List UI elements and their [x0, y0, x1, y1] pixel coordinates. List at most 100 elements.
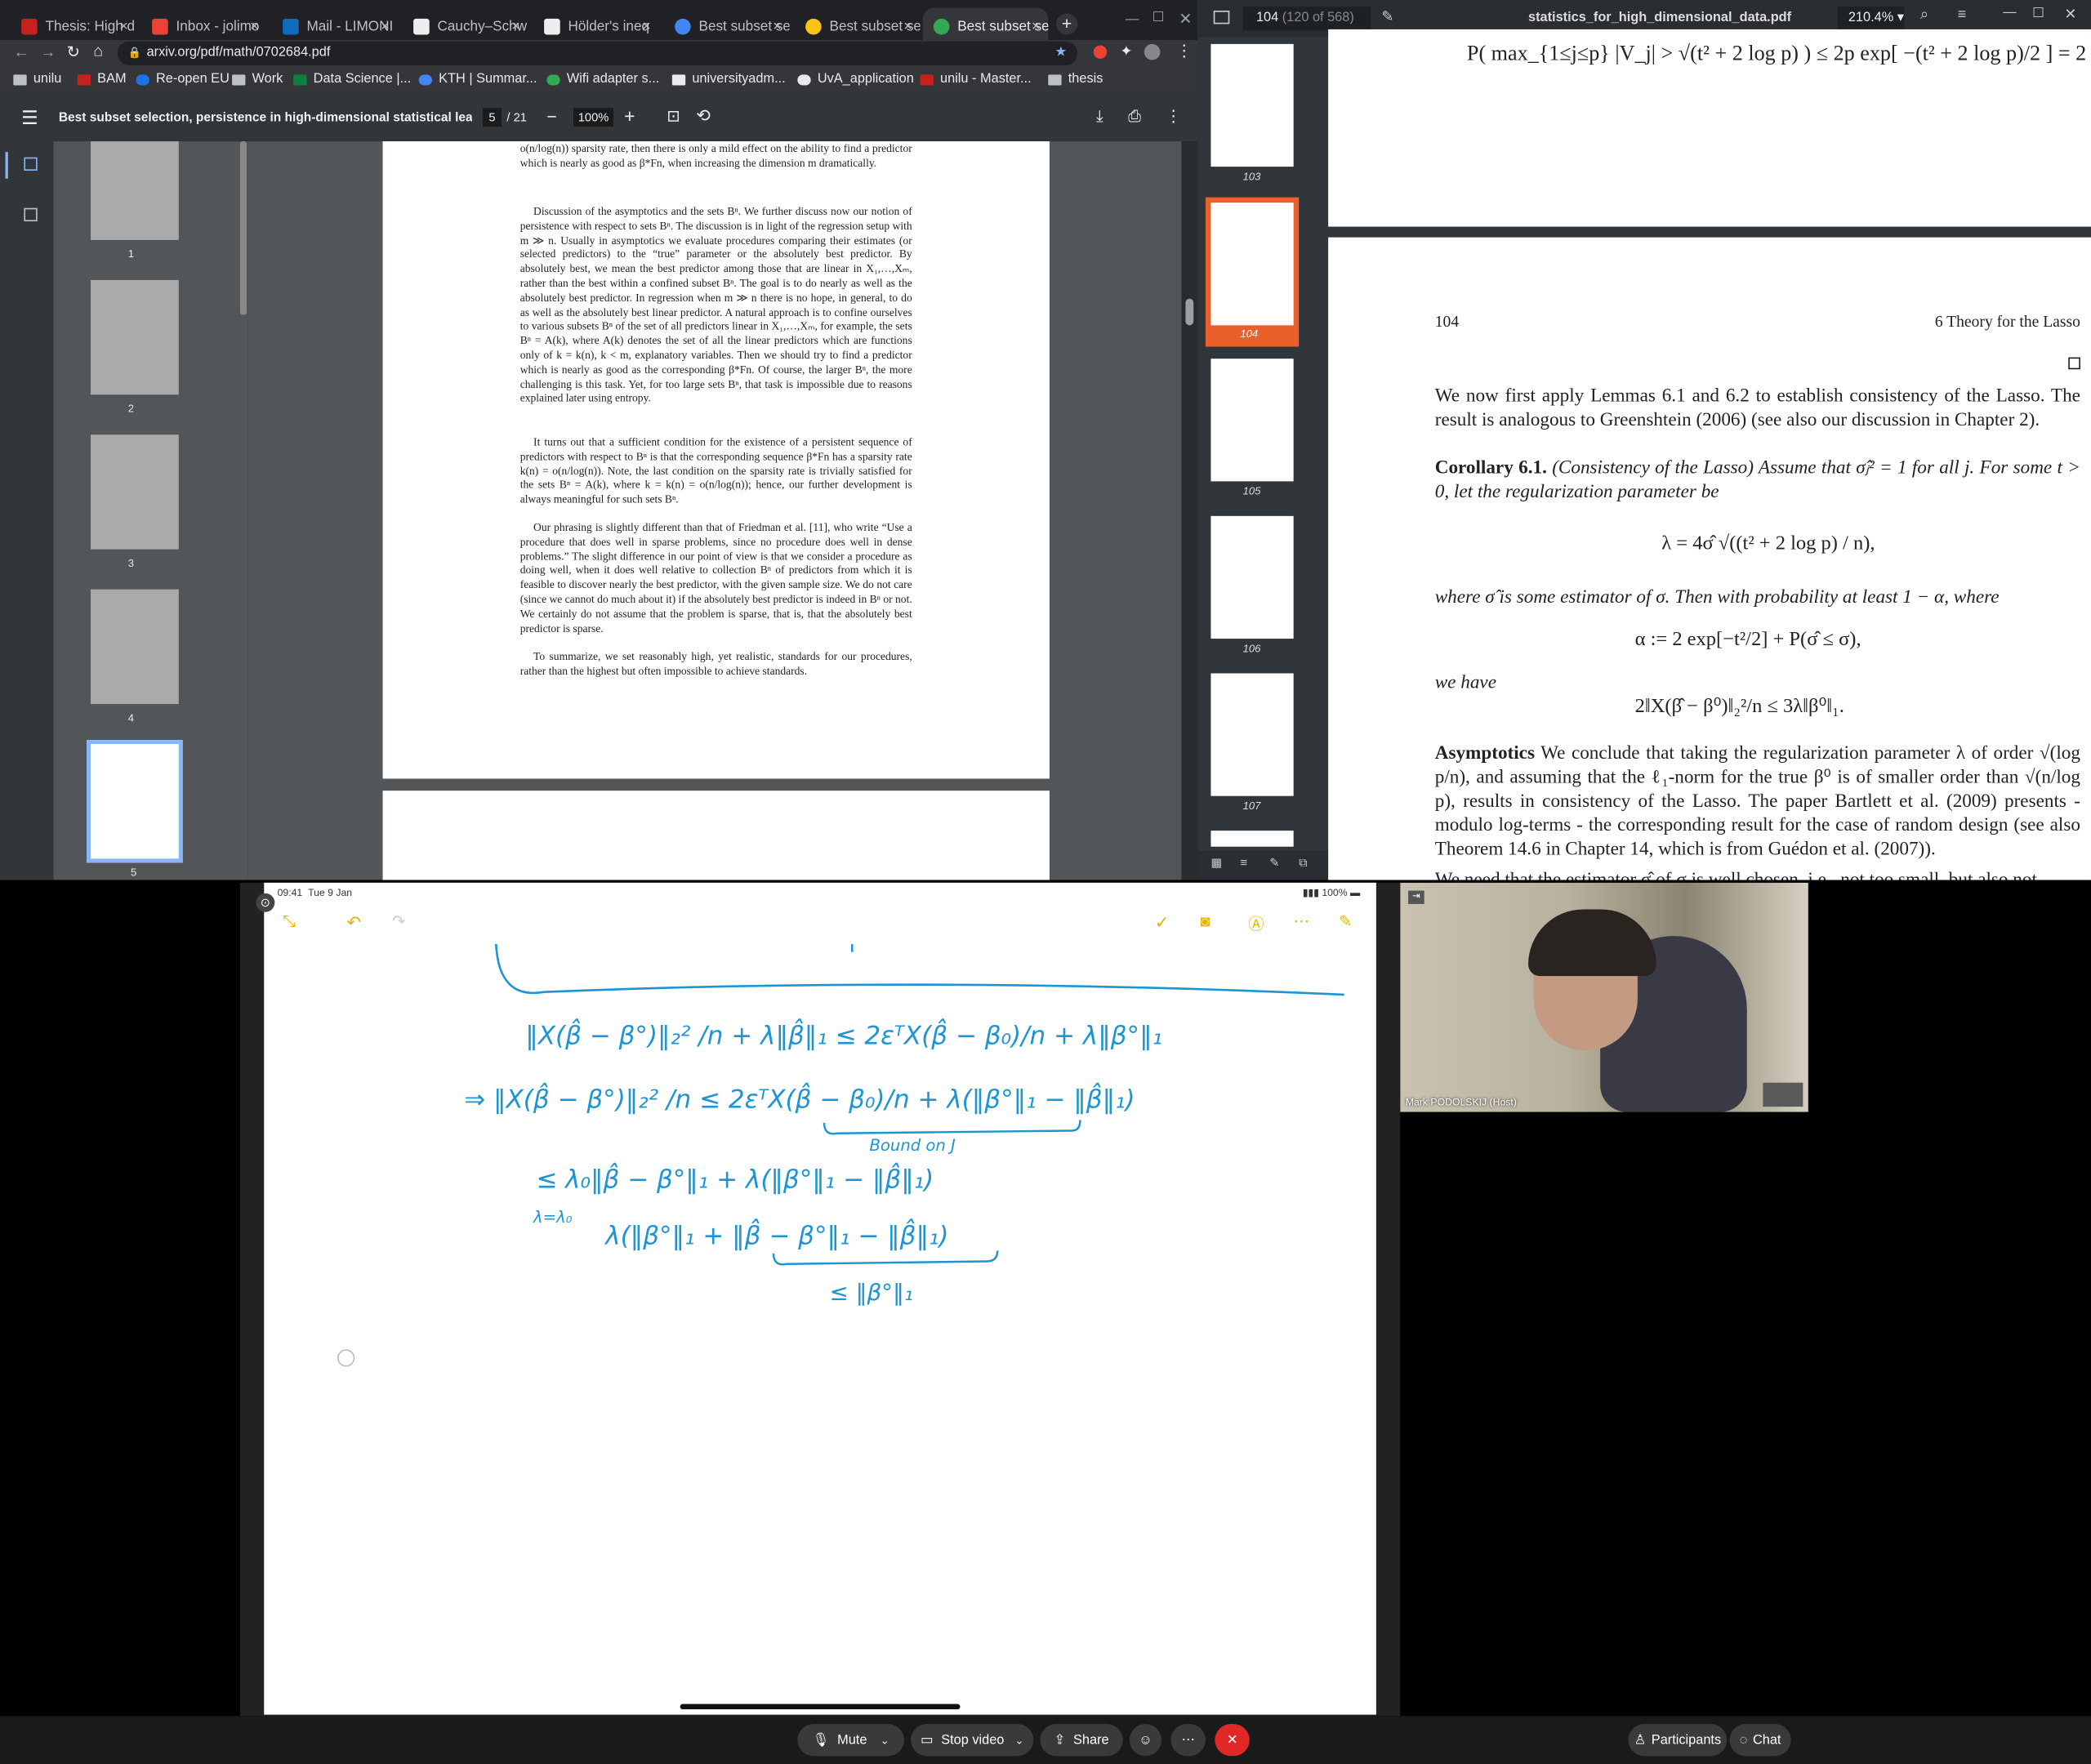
close-tab-icon[interactable]: × [1032, 19, 1041, 35]
page-thumbnail[interactable] [1210, 673, 1294, 796]
participant-video: ⇥ Mark PODOLSKIJ (Host) [1400, 882, 1808, 1112]
page-thumbnail[interactable] [91, 589, 179, 705]
extension-icon[interactable] [1093, 45, 1108, 59]
site-icon [797, 74, 811, 85]
close-tab-icon[interactable]: × [119, 19, 128, 35]
search-icon[interactable]: ⌕ [1920, 7, 1928, 24]
more-button[interactable]: ⋯ [1170, 1724, 1206, 1757]
page-thumbnail[interactable] [1210, 831, 1294, 847]
reactions-button[interactable]: ☺ [1129, 1724, 1162, 1757]
close-tab-icon[interactable]: × [642, 19, 651, 35]
grid-view-icon[interactable]: ▦ [1210, 856, 1222, 871]
share-button[interactable]: ⇪ Share [1040, 1724, 1123, 1757]
stop-video-button[interactable]: ▭ Stop video ⌄ [911, 1724, 1034, 1757]
forward-icon[interactable]: → [40, 42, 56, 61]
thumbnails-icon[interactable] [24, 157, 38, 171]
thumbnail-toolbar: ▦ ≡ ✎ ⧉ [1197, 850, 1329, 880]
close-tab-icon[interactable]: × [773, 19, 782, 35]
close-tab-icon[interactable]: × [250, 19, 259, 35]
chat-button[interactable]: ◌ Chat [1729, 1724, 1791, 1757]
maximize-icon[interactable]: ☐ [2032, 7, 2044, 21]
extensions-puzzle-icon[interactable]: ✦ [1120, 42, 1132, 60]
chevron-down-icon[interactable]: ⌄ [1014, 1734, 1023, 1746]
outline-icon[interactable] [24, 207, 38, 222]
bookmarks-icon[interactable]: ⧉ [1299, 856, 1308, 871]
end-call-button[interactable]: ✕ [1215, 1724, 1250, 1757]
download-icon[interactable]: ⤓ [1096, 107, 1103, 127]
mute-button[interactable]: 🎙 Mute ⌄ [797, 1724, 904, 1757]
tab-bar: Thesis: High d × Inbox - jolimo × Mail - L… [0, 0, 1198, 46]
bookmark-item[interactable]: universityadm... [671, 72, 786, 87]
chrome-menu-icon[interactable]: ⋮ [1176, 42, 1193, 60]
back-icon[interactable]: ← [13, 42, 29, 61]
bookmark-item[interactable]: KTH | Summar... [418, 72, 537, 87]
print-icon[interactable]: ⎙ [1128, 107, 1141, 127]
bookmark-star-icon[interactable]: ★ [1054, 42, 1067, 65]
window-title: statistics_for_high_dimensional_data.pdf [1528, 11, 1792, 26]
participants-button[interactable]: ♙ Participants [1628, 1724, 1728, 1757]
fit-page-icon[interactable]: ⊡ [667, 107, 680, 126]
sidebar-toggle-icon[interactable] [1213, 11, 1230, 24]
pdf-page-input[interactable]: 5 [483, 108, 502, 127]
page-thumbnail[interactable] [91, 434, 179, 550]
thumbnail-scrollbar[interactable] [239, 141, 247, 315]
bookmark-item[interactable]: UvA_application [797, 72, 914, 87]
maximize-icon[interactable]: ☐ [1153, 11, 1165, 25]
lock-icon: 🔒 [127, 47, 142, 59]
expand-icon[interactable]: ⇥ [1408, 890, 1424, 904]
home-icon[interactable]: ⌂ [93, 42, 103, 60]
zoom-in-icon[interactable]: + [624, 105, 635, 127]
share-info-icon[interactable]: ⊙ [256, 893, 275, 912]
page-thumbnail[interactable] [91, 279, 179, 395]
reload-icon[interactable]: ↻ [67, 42, 80, 61]
page-thumbnail[interactable] [91, 141, 179, 240]
address-bar[interactable]: 🔒 arxiv.org/pdf/math/0702684.pdf ★ [117, 41, 1078, 65]
bookmark-item[interactable]: thesis [1048, 72, 1103, 87]
close-tab-icon[interactable]: × [511, 19, 520, 35]
rotate-icon[interactable]: ⟲ [696, 105, 711, 127]
page-thumbnail[interactable] [1210, 515, 1294, 639]
close-window-icon[interactable]: ✕ [2064, 6, 2076, 23]
page-thumbnail-active[interactable]: 104 [1205, 197, 1300, 347]
bookmark-label: unilu [33, 72, 62, 87]
minimize-icon[interactable]: — [1126, 12, 1139, 27]
zoom-out-icon[interactable]: − [546, 107, 556, 127]
paragraph: It turns out that a sufficient condition… [519, 435, 912, 506]
chevron-down-icon[interactable]: ⌄ [881, 1734, 889, 1746]
bookmark-item[interactable]: unilu [13, 72, 61, 87]
annotate-icon[interactable]: ✎ [1381, 8, 1393, 25]
site-icon [933, 18, 950, 35]
close-tab-icon[interactable]: × [381, 19, 390, 35]
list-view-icon[interactable]: ≡ [1240, 856, 1247, 869]
bookmark-item[interactable]: Data Science |... [293, 72, 411, 87]
zoom-select[interactable]: 210.4% ▾ [1837, 7, 1905, 31]
bookmark-item[interactable]: Wifi adapter s... [546, 72, 659, 87]
minimize-icon[interactable]: — [2003, 6, 2016, 20]
edit-icon[interactable]: ✎ [1269, 856, 1279, 871]
self-view-thumbnail[interactable] [1763, 1082, 1803, 1107]
page-thumbnail[interactable] [1210, 43, 1294, 167]
home-indicator[interactable] [680, 1704, 961, 1710]
scrollbar-thumb[interactable] [1185, 298, 1194, 326]
corollary-label: Corollary 6.1. [1434, 457, 1547, 479]
pdf-more-icon[interactable]: ⋮ [1166, 107, 1182, 126]
pdf-toolbar: ☰ Best subset selection, persistence in … [0, 93, 1198, 142]
pdf-zoom-input[interactable]: 100% [573, 108, 614, 127]
thumbnail-label: 105 [1242, 485, 1261, 497]
profile-avatar[interactable] [1144, 43, 1161, 60]
new-tab-icon[interactable]: + [1056, 13, 1078, 35]
participants-icon: ♙ [1634, 1732, 1647, 1748]
page-thumbnail-active[interactable] [87, 740, 183, 863]
close-window-icon[interactable]: ✕ [1179, 9, 1192, 28]
hamburger-menu-icon[interactable]: ≡ [1958, 7, 1966, 23]
bookmark-item[interactable]: Re-open EU [136, 72, 230, 87]
bookmark-item[interactable]: unilu - Master... [920, 72, 1032, 87]
scrollbar[interactable] [1181, 141, 1198, 880]
close-tab-icon[interactable]: × [903, 19, 912, 35]
handwritten-annotation: Bound on J [869, 1136, 956, 1155]
bookmark-item[interactable]: Work [232, 72, 283, 87]
bookmark-item[interactable]: BAM [77, 72, 127, 87]
pdf-menu-icon[interactable]: ☰ [21, 107, 38, 130]
page-thumbnail[interactable] [1210, 359, 1294, 482]
page-number-field[interactable]: 104 (120 of 568) [1242, 7, 1371, 31]
